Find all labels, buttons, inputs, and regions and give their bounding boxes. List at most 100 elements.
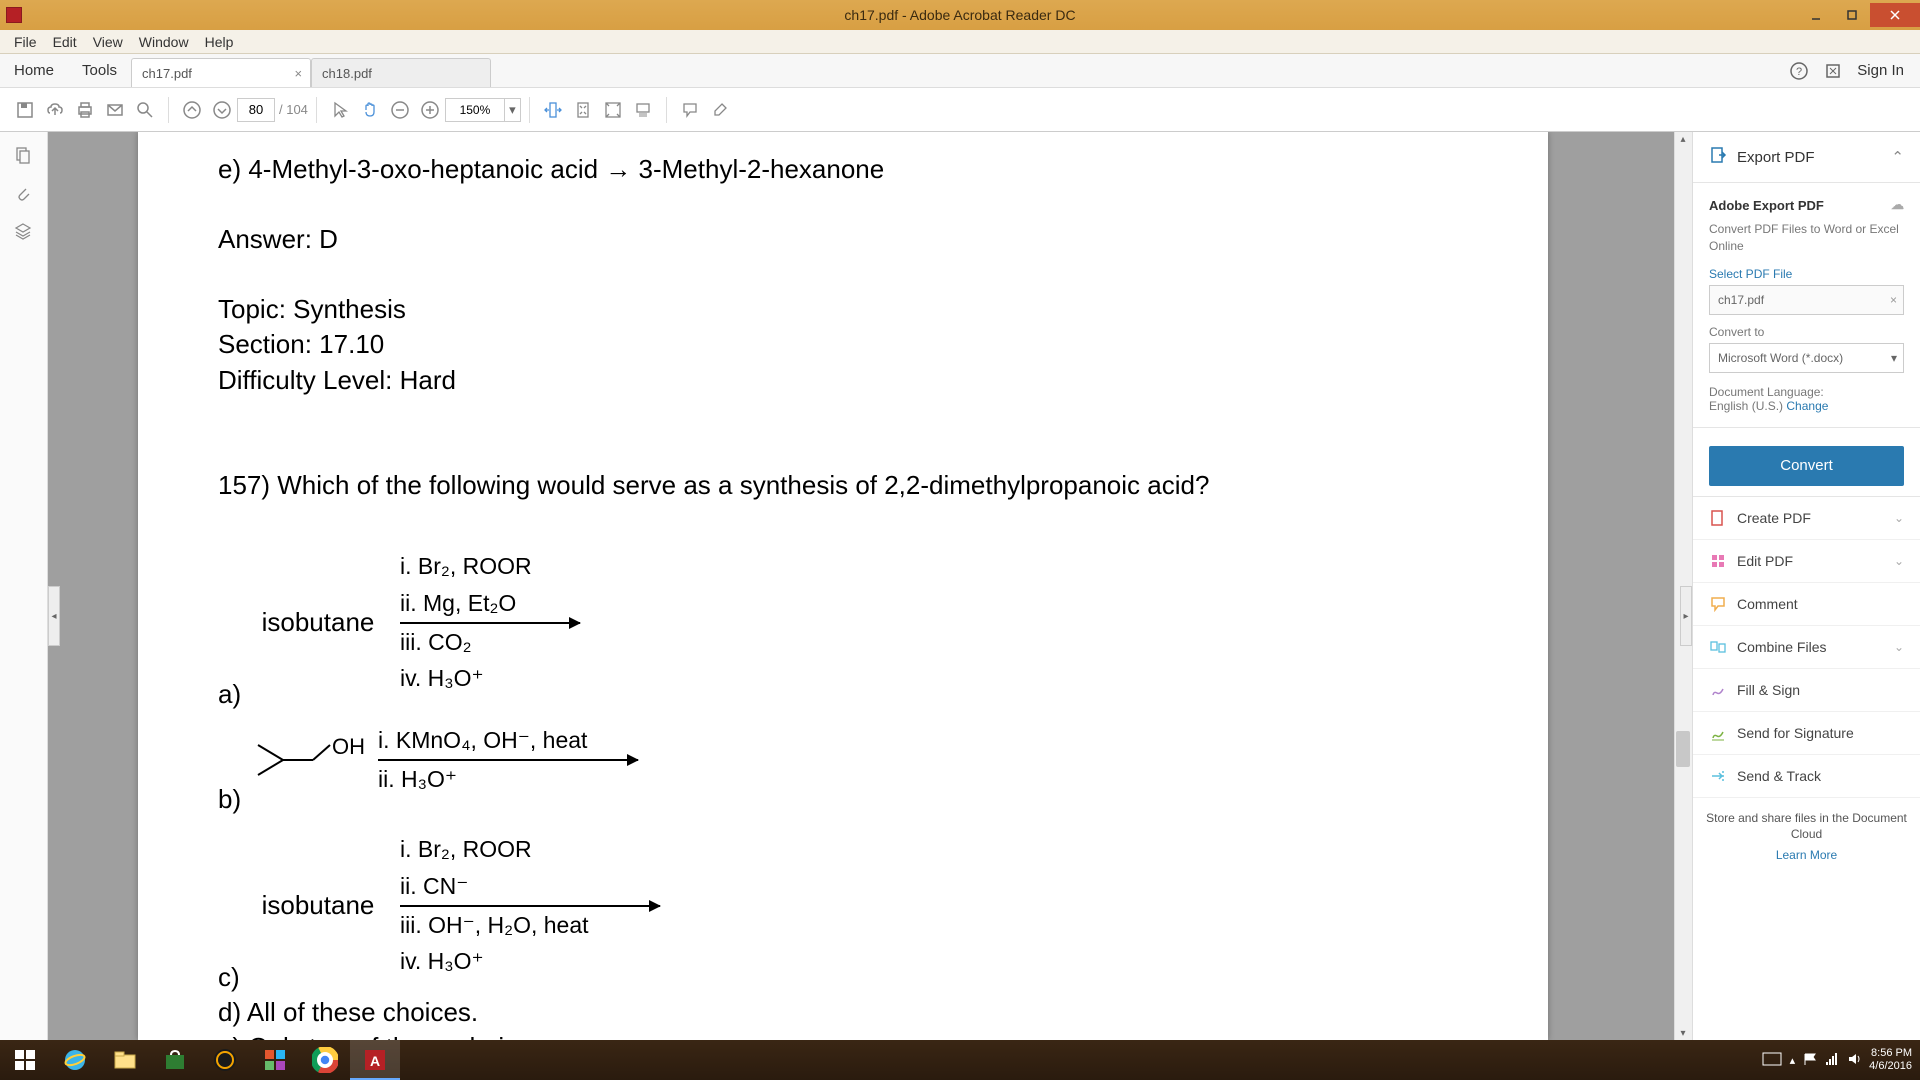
option-c-reaction: isobutane i. Br₂, ROORii. CN⁻ iii. OH⁻, … bbox=[248, 831, 1468, 980]
menubar: File Edit View Window Help bbox=[0, 30, 1920, 54]
ie-icon[interactable] bbox=[50, 1040, 100, 1080]
attachments-icon[interactable] bbox=[14, 184, 34, 204]
chrome-icon[interactable] bbox=[300, 1040, 350, 1080]
clock[interactable]: 8:56 PM 4/6/2016 bbox=[1869, 1047, 1912, 1073]
doc-tab-ch18[interactable]: ch18.pdf bbox=[311, 58, 491, 87]
network-icon[interactable] bbox=[1825, 1052, 1839, 1069]
doc-tab-ch17[interactable]: ch17.pdf × bbox=[131, 58, 311, 87]
menu-help[interactable]: Help bbox=[197, 34, 242, 50]
thumbnails-icon[interactable] bbox=[14, 146, 34, 166]
edit-pdf-icon bbox=[1709, 552, 1727, 570]
tool-label: Send for Signature bbox=[1737, 725, 1854, 741]
clear-file-icon[interactable]: × bbox=[1890, 293, 1897, 307]
convert-button[interactable]: Convert bbox=[1709, 446, 1904, 486]
change-language-link[interactable]: Change bbox=[1786, 399, 1828, 413]
option-e: e) Only two of these choices. bbox=[218, 1030, 1468, 1040]
fit-page-icon[interactable] bbox=[568, 95, 598, 125]
format-select[interactable]: Microsoft Word (*.docx)▾ bbox=[1709, 343, 1904, 373]
right-panel: Export PDF ⌃ Adobe Export PDF☁ Convert P… bbox=[1692, 132, 1920, 1040]
zoom-dropdown-icon[interactable]: ▾ bbox=[505, 98, 521, 122]
menu-window[interactable]: Window bbox=[131, 34, 197, 50]
page-total: / 104 bbox=[279, 102, 308, 117]
minimize-button[interactable] bbox=[1798, 3, 1834, 27]
save-icon[interactable] bbox=[10, 95, 40, 125]
option-e-prev: e) 4-Methyl-3-oxo-heptanoic acid → 3-Met… bbox=[218, 152, 1468, 187]
doc-tab-label: ch17.pdf bbox=[142, 66, 192, 81]
keyboard-icon[interactable] bbox=[1762, 1052, 1782, 1069]
store-icon[interactable] bbox=[150, 1040, 200, 1080]
send-signature-icon bbox=[1709, 724, 1727, 742]
photos-icon[interactable] bbox=[250, 1040, 300, 1080]
window-titlebar: ch17.pdf - Adobe Acrobat Reader DC bbox=[0, 0, 1920, 30]
page-down-icon[interactable] bbox=[207, 95, 237, 125]
tool-comment[interactable]: Comment bbox=[1693, 583, 1920, 626]
export-pdf-body: Adobe Export PDF☁ Convert PDF Files to W… bbox=[1693, 183, 1920, 428]
scroll-thumb[interactable] bbox=[1676, 731, 1690, 767]
export-title: Adobe Export PDF☁ bbox=[1709, 197, 1904, 213]
media-icon[interactable] bbox=[200, 1040, 250, 1080]
flag-icon[interactable] bbox=[1803, 1052, 1817, 1069]
comment-icon[interactable] bbox=[675, 95, 705, 125]
scroll-up-icon[interactable]: ▴ bbox=[1676, 132, 1690, 146]
tray-up-icon[interactable]: ▴ bbox=[1790, 1054, 1796, 1067]
tool-send-track[interactable]: Send & Track bbox=[1693, 755, 1920, 798]
tool-fill-sign[interactable]: Fill & Sign bbox=[1693, 669, 1920, 712]
tool-send-signature[interactable]: Send for Signature bbox=[1693, 712, 1920, 755]
svg-text:A: A bbox=[370, 1053, 380, 1069]
tool-edit-pdf[interactable]: Edit PDF⌄ bbox=[1693, 540, 1920, 583]
sign-in-link[interactable]: Sign In bbox=[1857, 62, 1904, 79]
print-icon[interactable] bbox=[70, 95, 100, 125]
layers-icon[interactable] bbox=[14, 222, 34, 242]
zoom-level[interactable]: 150% bbox=[445, 98, 505, 122]
selected-file-name: ch17.pdf bbox=[1718, 293, 1764, 307]
topic-line: Topic: Synthesis bbox=[218, 292, 1468, 327]
learn-more-link[interactable]: Learn More bbox=[1705, 847, 1908, 864]
cloud-promo: Store and share files in the Document Cl… bbox=[1693, 798, 1920, 876]
cursor-icon[interactable] bbox=[325, 95, 355, 125]
close-tab-icon[interactable]: × bbox=[294, 66, 302, 81]
zoom-in-icon[interactable] bbox=[415, 95, 445, 125]
arrow-icon bbox=[400, 905, 660, 907]
maximize-button[interactable] bbox=[1834, 3, 1870, 27]
reagents-b-bot: ii. H₃O⁺ bbox=[378, 761, 638, 798]
highlight-icon[interactable] bbox=[705, 95, 735, 125]
tool-create-pdf[interactable]: Create PDF⌄ bbox=[1693, 497, 1920, 540]
pdf-page: e) 4-Methyl-3-oxo-heptanoic acid → 3-Met… bbox=[138, 132, 1548, 1040]
search-icon[interactable] bbox=[130, 95, 160, 125]
main-area: ◂ e) 4-Methyl-3-oxo-heptanoic acid → 3-M… bbox=[0, 132, 1920, 1040]
close-button[interactable] bbox=[1870, 3, 1920, 27]
volume-icon[interactable] bbox=[1847, 1052, 1861, 1069]
fullscreen-icon[interactable] bbox=[598, 95, 628, 125]
menu-edit[interactable]: Edit bbox=[45, 34, 85, 50]
explorer-icon[interactable] bbox=[100, 1040, 150, 1080]
help-icon[interactable]: ? bbox=[1789, 61, 1809, 81]
export-pdf-header[interactable]: Export PDF ⌃ bbox=[1693, 132, 1920, 183]
scroll-down-icon[interactable]: ▾ bbox=[1676, 1026, 1690, 1040]
home-tab[interactable]: Home bbox=[0, 54, 68, 87]
pdf-viewer[interactable]: ◂ e) 4-Methyl-3-oxo-heptanoic acid → 3-M… bbox=[48, 132, 1692, 1040]
right-collapse-icon[interactable]: ▸ bbox=[1680, 586, 1692, 646]
left-collapse-icon[interactable]: ◂ bbox=[48, 586, 60, 646]
acrobat-taskbar-icon[interactable]: A bbox=[350, 1040, 400, 1080]
start-button[interactable] bbox=[0, 1040, 50, 1080]
window-title: ch17.pdf - Adobe Acrobat Reader DC bbox=[844, 7, 1075, 23]
email-icon[interactable] bbox=[100, 95, 130, 125]
date: 4/6/2016 bbox=[1869, 1060, 1912, 1073]
tools-tab[interactable]: Tools bbox=[68, 54, 131, 87]
cloud-upload-icon[interactable] bbox=[40, 95, 70, 125]
select-file-label[interactable]: Select PDF File bbox=[1709, 267, 1904, 281]
fit-width-icon[interactable] bbox=[538, 95, 568, 125]
read-mode-icon[interactable] bbox=[628, 95, 658, 125]
page-number-input[interactable] bbox=[237, 98, 275, 122]
selected-file-box[interactable]: ch17.pdf × bbox=[1709, 285, 1904, 315]
page-up-icon[interactable] bbox=[177, 95, 207, 125]
tool-combine[interactable]: Combine Files⌄ bbox=[1693, 626, 1920, 669]
tool-label: Combine Files bbox=[1737, 639, 1826, 655]
hand-icon[interactable] bbox=[355, 95, 385, 125]
chevron-up-icon[interactable]: ⌃ bbox=[1891, 148, 1904, 166]
menu-file[interactable]: File bbox=[6, 34, 45, 50]
zoom-out-icon[interactable] bbox=[385, 95, 415, 125]
menu-view[interactable]: View bbox=[85, 34, 131, 50]
send-track-icon bbox=[1709, 767, 1727, 785]
notification-icon[interactable] bbox=[1823, 61, 1843, 81]
